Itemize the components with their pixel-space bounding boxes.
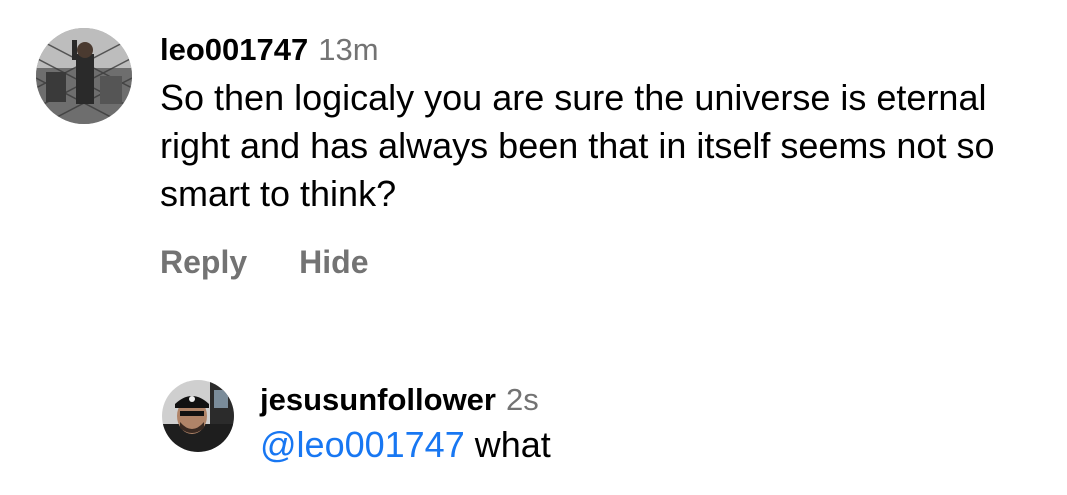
comment: leo001747 13m So then logicaly you are s… [36, 28, 1050, 281]
comment-text: So then logicaly you are sure the univer… [160, 77, 995, 214]
reply-text: what [464, 424, 551, 465]
avatar-photo [162, 380, 234, 452]
hide-button[interactable]: Hide [299, 244, 368, 281]
username[interactable]: leo001747 [160, 32, 308, 68]
avatar[interactable] [36, 28, 132, 124]
comment-body: leo001747 13m So then logicaly you are s… [160, 28, 1050, 281]
timestamp: 2s [505, 382, 539, 417]
avatar[interactable] [162, 380, 234, 452]
comment-meta: leo001747 13m [160, 32, 1050, 68]
username[interactable]: jesusunfollower [260, 382, 496, 418]
mention-link[interactable]: @leo001747 [260, 424, 465, 465]
comment-body: jesusunfollower 2s @leo001747 what [260, 380, 1067, 472]
avatar-photo [36, 28, 132, 124]
comment-meta: jesusunfollower 2s [260, 382, 1067, 418]
reply-comment: jesusunfollower 2s @leo001747 what [162, 380, 1067, 472]
timestamp: 13m [318, 32, 379, 67]
comment-actions: Reply Hide [160, 244, 1050, 281]
comment-text: @leo001747 what [260, 418, 1067, 472]
reply-button[interactable]: Reply [160, 244, 247, 281]
